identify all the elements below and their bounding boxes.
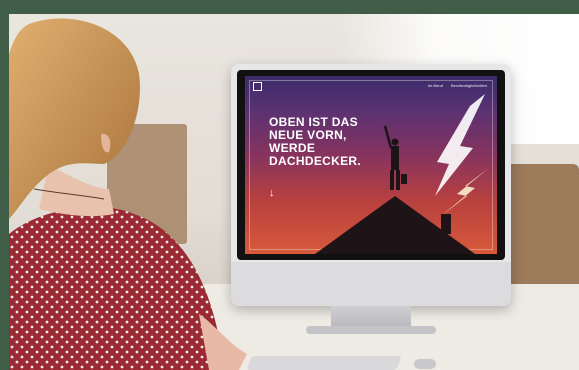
roofer-figure	[383, 125, 407, 190]
mouse	[414, 359, 436, 369]
shirt	[9, 206, 224, 370]
office-photo: Im Beruf Berufsmöglichkeiten OBEN IST DA…	[9, 14, 579, 370]
photo-frame: Im Beruf Berufsmöglichkeiten OBEN IST DA…	[0, 0, 579, 370]
chimney	[441, 214, 451, 234]
woman-at-desk	[9, 18, 247, 370]
